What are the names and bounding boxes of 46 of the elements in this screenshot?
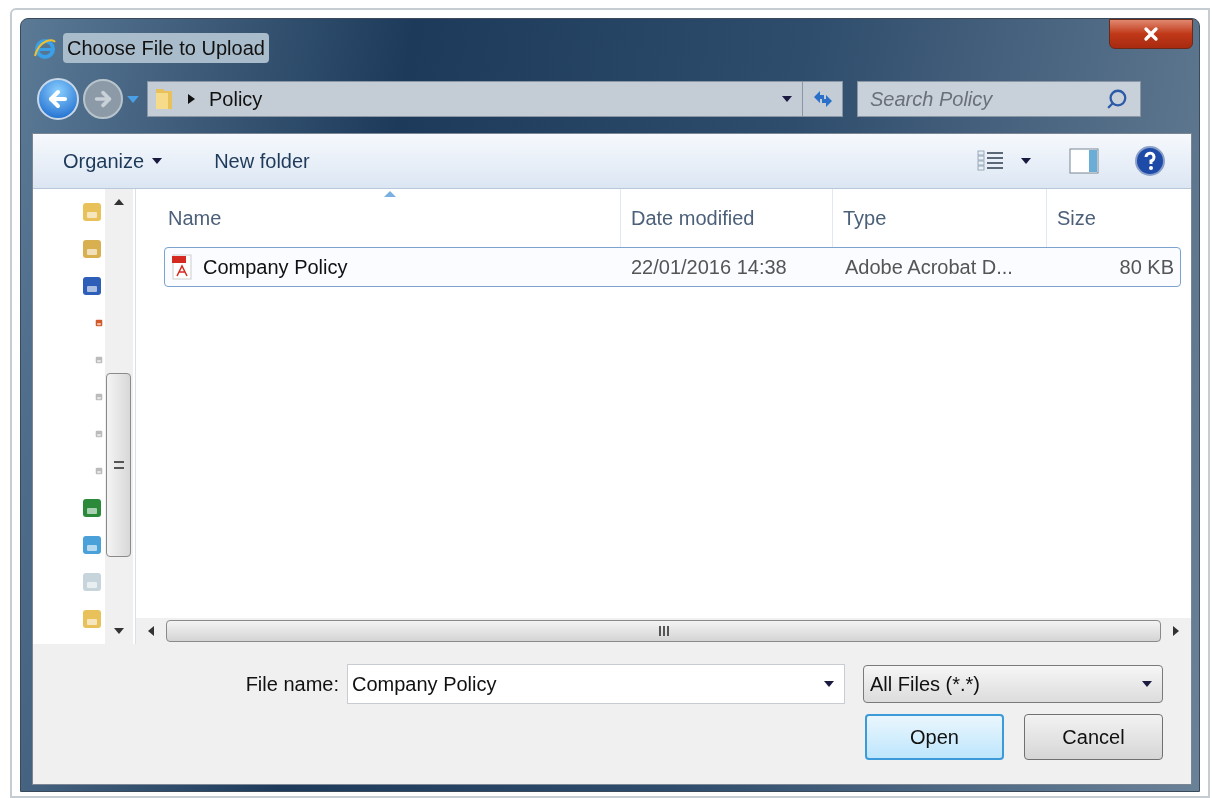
view-options-icon[interactable] — [977, 149, 1005, 173]
dropdown-arrow-icon[interactable] — [1142, 681, 1152, 687]
caret-icon[interactable] — [152, 158, 163, 164]
pdf-file-icon — [171, 254, 193, 280]
column-header[interactable]: Name — [160, 189, 620, 247]
forward-arrow-icon — [92, 88, 114, 110]
view-dropdown-icon[interactable] — [1021, 158, 1031, 164]
scroll-up-icon — [114, 199, 124, 205]
horizontal-scrollbar[interactable] — [136, 618, 1191, 644]
breadcrumb-item[interactable]: Policy — [209, 84, 263, 114]
search-icon — [1106, 88, 1128, 110]
file-name: Company Policy — [203, 255, 348, 280]
close-button[interactable] — [1109, 19, 1193, 49]
back-button[interactable] — [37, 78, 79, 120]
vertical-scrollbar[interactable] — [105, 189, 133, 644]
open-button[interactable]: Open — [865, 714, 1004, 760]
help-icon[interactable] — [1135, 146, 1165, 176]
breadcrumb-arrow-icon[interactable] — [188, 94, 196, 104]
window-title: Choose File to Upload — [63, 33, 269, 63]
file-type-select[interactable]: All Files (*.*) — [863, 665, 1163, 703]
search-field[interactable]: Search Policy — [857, 81, 1141, 117]
cancel-button[interactable]: Cancel — [1024, 714, 1163, 760]
type-cell-text: Adobe Acrobat D... — [844, 255, 1014, 280]
scroll-down-icon — [114, 628, 124, 634]
search-input[interactable]: Search Policy — [870, 84, 1106, 114]
size-cell-text: 80 KB — [1118, 255, 1175, 280]
history-dropdown-icon[interactable] — [127, 95, 139, 103]
sort-arrow-icon — [384, 191, 396, 197]
date-cell-text: 22/01/2016 14:38 — [630, 255, 788, 280]
browser-logo-icon — [33, 36, 57, 60]
file-name-label: File name: — [245, 672, 339, 697]
close-icon — [1141, 24, 1161, 44]
file-row[interactable]: Company Policy 22/01/2016 14:38 Adobe Acrobat D... 80 KB — [164, 247, 1181, 287]
scrollbar-thumb[interactable] — [106, 373, 131, 557]
preview-pane-icon[interactable] — [1069, 148, 1099, 174]
dropdown-arrow-icon[interactable] — [824, 681, 834, 687]
scroll-right-icon — [1173, 626, 1179, 636]
scroll-left-icon — [148, 626, 154, 636]
new-folder-button[interactable]: New folder — [214, 146, 310, 176]
file-name-field[interactable]: Company Policy — [347, 664, 845, 704]
forward-button[interactable] — [83, 79, 123, 119]
dropdown-arrow-icon[interactable] — [782, 96, 792, 102]
file-name-input[interactable]: Company Policy — [352, 669, 824, 699]
scrollbar-thumb[interactable] — [166, 620, 1161, 642]
address-bar[interactable]: Policy — [147, 81, 843, 117]
organize-button[interactable]: Organize — [63, 146, 163, 176]
